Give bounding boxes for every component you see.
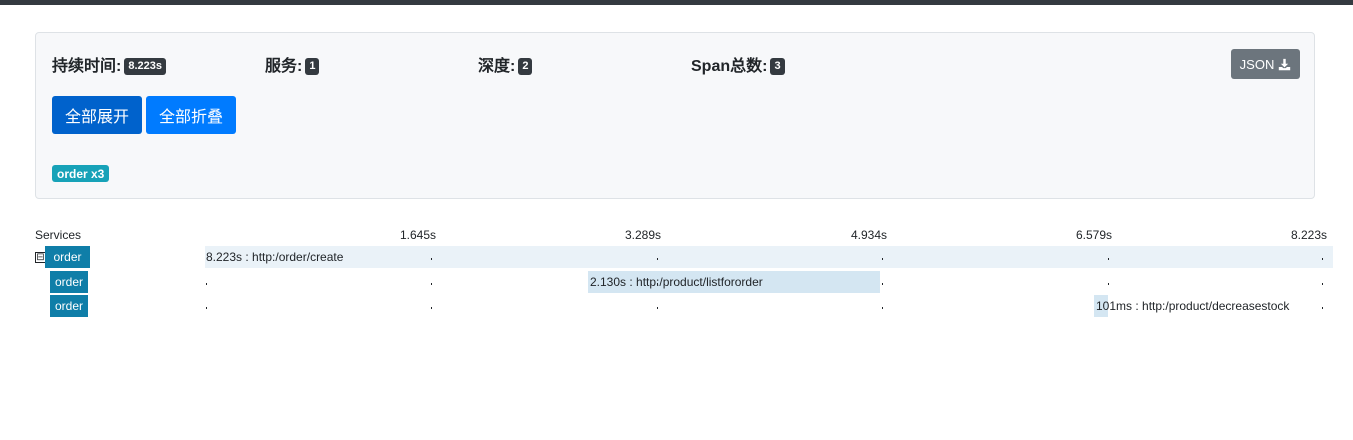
time-tick-label: 6.579s [1075,228,1112,242]
tick-marker [1322,307,1323,309]
duration-label: 持续时间: [52,58,122,75]
services-column-header: Services [35,228,82,242]
tick-marker [1108,283,1109,285]
service-count-badge[interactable]: order x3 [52,165,110,182]
download-icon [1279,58,1291,70]
depth-badge: 2 [518,58,533,75]
tick-marker [882,258,883,260]
time-tick-label: 8.223s [1290,228,1327,242]
services-label: 服务: [265,58,303,75]
tick-marker [206,283,207,285]
tick-marker [1322,258,1323,260]
span-count-stat: Span总数: 3 [691,52,785,76]
tick-marker [1322,283,1323,285]
service-tag[interactable]: order [50,271,88,293]
span-count-label: Span总数: [691,58,768,75]
service-tag[interactable]: order [50,295,88,317]
collapse-all-button[interactable]: 全部折叠 [146,96,236,134]
span-bar[interactable] [205,246,1333,268]
trace-timeline: Services 1.645s 3.289s 4.934s 6.579s 8.2… [0,222,1353,332]
span-label[interactable]: 2.130s : http:/product/listfororder [590,271,763,293]
services-stat: 服务: 1 [265,52,320,76]
span-count-badge: 3 [770,58,785,75]
depth-stat: 深度: 2 [478,52,533,76]
tick-marker [431,283,432,285]
trace-summary-panel: 持续时间: 8.223s 服务: 1 深度: 2 Span总数: 3 JSON 全部展开… [35,32,1315,199]
depth-label: 深度: [478,58,516,75]
span-label[interactable]: 101ms : http:/product/decreasestock [1096,295,1289,317]
tick-marker [206,307,207,309]
tick-marker [431,307,432,309]
tick-marker [882,307,883,309]
json-download-button[interactable]: JSON [1231,49,1300,79]
tick-marker [882,283,883,285]
services-badge: 1 [305,58,320,75]
span-label[interactable]: 8.223s : http:/order/create [206,246,343,268]
tick-marker [1108,258,1109,260]
span-row[interactable]: ⊟ order 8.223s : http:/order/create [0,246,1353,268]
duration-badge: 8.223s [124,58,166,75]
span-row[interactable]: order 2.130s : http:/product/listfororde… [0,271,1353,293]
tick-marker [657,307,658,309]
time-tick-label: 4.934s [850,228,887,242]
tick-marker [431,258,432,260]
span-row[interactable]: order 101ms : http:/product/decreasestoc… [0,295,1353,317]
top-navbar [0,0,1353,5]
expand-all-button[interactable]: 全部展开 [52,96,142,134]
time-tick-label: 3.289s [624,228,661,242]
duration-stat: 持续时间: 8.223s [52,52,166,76]
time-tick-label: 1.645s [399,228,436,242]
tick-marker [657,258,658,260]
json-button-label: JSON [1239,56,1275,72]
service-tag[interactable]: order [45,246,90,268]
